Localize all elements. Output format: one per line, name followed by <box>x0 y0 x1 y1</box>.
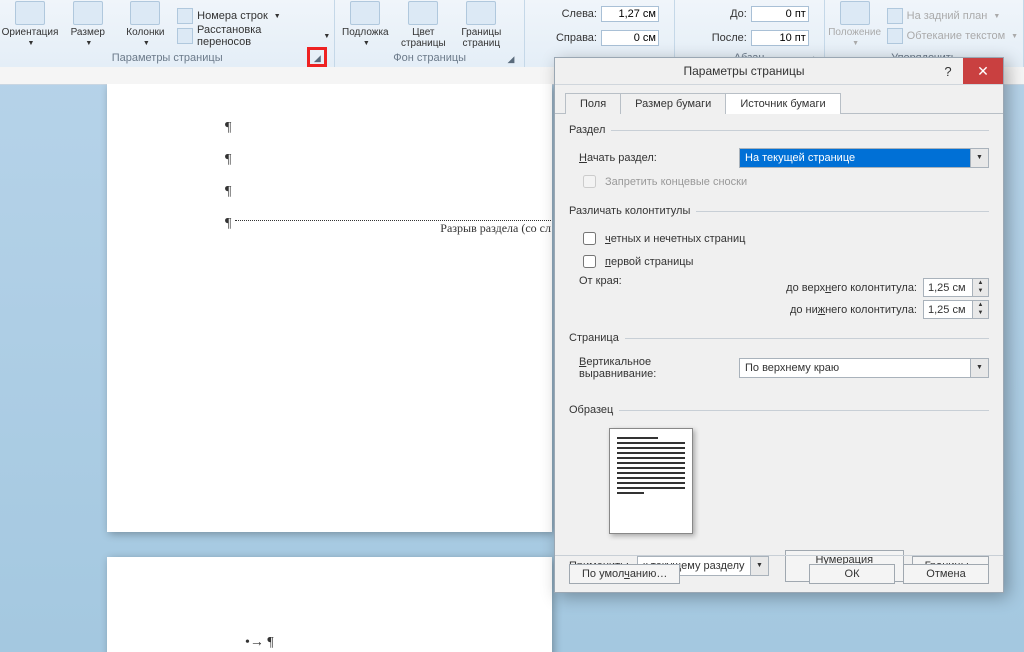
default-button[interactable]: По умолчанию… <box>569 564 680 584</box>
orientation-button[interactable]: Ориентация▼ <box>4 1 56 51</box>
send-back-button: На задний план▼ <box>887 8 1018 24</box>
from-edge-label: От края: <box>579 275 622 287</box>
headers-legend: Различать колонтитулы <box>569 205 696 217</box>
odd-even-checkbox[interactable] <box>583 232 596 245</box>
page-setup-label: Параметры страницы <box>112 52 223 64</box>
preview-thumbnail <box>609 428 693 534</box>
odd-even-label: четных и нечетных страниц <box>605 233 745 245</box>
hyphenation-button[interactable]: Расстановка переносов▼ <box>177 28 330 44</box>
header-dist-label: до верхнего колонтитула: <box>786 282 917 294</box>
wrap-icon <box>887 28 903 44</box>
line-numbers-icon <box>177 8 193 24</box>
size-icon <box>73 1 103 25</box>
page-color-button[interactable]: Цвет страницы <box>397 1 449 51</box>
space-after-input[interactable] <box>751 30 809 46</box>
cancel-button[interactable]: Отмена <box>903 564 989 584</box>
watermark-button[interactable]: Подложка▼ <box>339 1 391 51</box>
watermark-icon <box>350 1 380 25</box>
section-start-label: Начать раздел: <box>579 152 729 164</box>
space-after-label: После: <box>697 32 747 44</box>
indent-right-icon <box>529 31 543 45</box>
page-color-icon <box>408 1 438 25</box>
position-icon <box>840 1 870 25</box>
columns-icon <box>130 1 160 25</box>
indent-left-label: Слева: <box>547 8 597 20</box>
ok-button[interactable]: ОК <box>809 564 895 584</box>
sample-legend: Образец <box>569 404 619 416</box>
page-bg-launcher[interactable]: ◢ <box>504 51 518 65</box>
indent-right-label: Справа: <box>547 32 597 44</box>
valign-select[interactable]: По верхнему краю▼ <box>739 358 989 378</box>
header-dist-input[interactable]: 1,25 см▲▼ <box>923 278 989 297</box>
section-start-select[interactable]: На текущей странице▼ <box>739 148 989 168</box>
dialog-close-button[interactable]: ✕ <box>963 58 1003 84</box>
first-page-checkbox[interactable] <box>583 255 596 268</box>
valign-label: Вертикальное выравнивание: <box>579 356 729 380</box>
page-bg-label: Фон страницы <box>393 52 466 64</box>
page-setup-dialog: Параметры страницы ? ✕ Поля Размер бумаг… <box>554 57 1004 593</box>
page-2[interactable]: •→ ¶ <box>107 557 552 652</box>
space-before-label: До: <box>697 8 747 20</box>
columns-button[interactable]: Колонки▼ <box>120 1 172 51</box>
space-after-icon <box>679 31 693 45</box>
suppress-endnotes-label: Запретить концевые сноски <box>605 176 747 188</box>
text-wrap-button: Обтекание текстом▼ <box>887 28 1018 44</box>
dialog-title: Параметры страницы <box>555 64 933 78</box>
indent-left-icon <box>529 7 543 21</box>
page-1[interactable]: ¶ ¶ ¶ ¶ Разрыв раздела (со сл <box>107 84 552 532</box>
section-legend: Раздел <box>569 124 611 136</box>
footer-dist-input[interactable]: 1,25 см▲▼ <box>923 300 989 319</box>
position-button: Положение▼ <box>829 1 881 51</box>
first-page-label: первой страницы <box>605 256 693 268</box>
page-legend: Страница <box>569 332 625 344</box>
page-borders-button[interactable]: Границы страниц <box>455 1 507 51</box>
back-icon <box>887 8 903 24</box>
orientation-icon <box>15 1 45 25</box>
indent-left-input[interactable] <box>601 6 659 22</box>
tab-paper-size[interactable]: Размер бумаги <box>620 93 726 114</box>
suppress-endnotes-checkbox <box>583 175 596 188</box>
section-break-text: Разрыв раздела (со сл <box>440 221 551 235</box>
page-borders-icon <box>466 1 496 25</box>
page-setup-launcher[interactable]: ◢ <box>308 48 326 66</box>
indent-right-input[interactable] <box>601 30 659 46</box>
hyphen-icon <box>177 28 193 44</box>
tab-paper-source[interactable]: Источник бумаги <box>725 93 840 114</box>
tab-fields[interactable]: Поля <box>565 93 621 114</box>
footer-dist-label: до нижнего колонтитула: <box>790 304 917 316</box>
size-button[interactable]: Размер▼ <box>62 1 114 51</box>
line-numbers-button[interactable]: Номера строк▼ <box>177 8 330 24</box>
space-before-input[interactable] <box>751 6 809 22</box>
dialog-help-button[interactable]: ? <box>933 64 963 79</box>
space-before-icon <box>679 7 693 21</box>
